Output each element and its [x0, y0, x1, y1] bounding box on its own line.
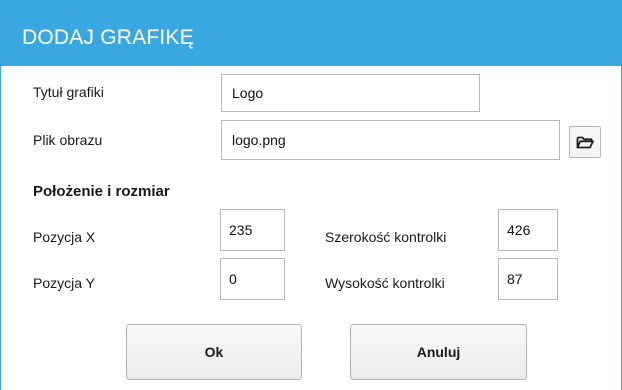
position-size-heading: Położenie i rozmiar [33, 183, 170, 200]
control-height-label: Wysokość kontrolki [325, 275, 445, 291]
control-width-input[interactable] [498, 209, 558, 251]
control-height-input[interactable] [498, 258, 558, 300]
ok-button[interactable]: Ok [126, 324, 302, 380]
graphic-title-label: Tytuł grafiki [33, 84, 104, 100]
add-graphic-dialog: DODAJ GRAFIKĘ Tytuł grafiki Plik obrazu … [0, 0, 622, 390]
cancel-button[interactable]: Anuluj [350, 324, 527, 380]
position-y-input[interactable] [220, 258, 285, 300]
graphic-title-input[interactable] [221, 74, 480, 112]
position-x-input[interactable] [220, 209, 285, 251]
image-file-label: Plik obrazu [33, 132, 103, 148]
position-y-label: Pozycja Y [33, 275, 95, 291]
position-x-label: Pozycja X [33, 229, 96, 245]
image-file-input[interactable] [221, 120, 560, 160]
browse-file-button[interactable] [569, 126, 601, 158]
dialog-title-bar: DODAJ GRAFIKĘ [1, 0, 622, 66]
dialog-title: DODAJ GRAFIKĘ [22, 26, 194, 49]
folder-open-icon [576, 134, 594, 150]
control-width-label: Szerokość kontrolki [325, 229, 447, 245]
